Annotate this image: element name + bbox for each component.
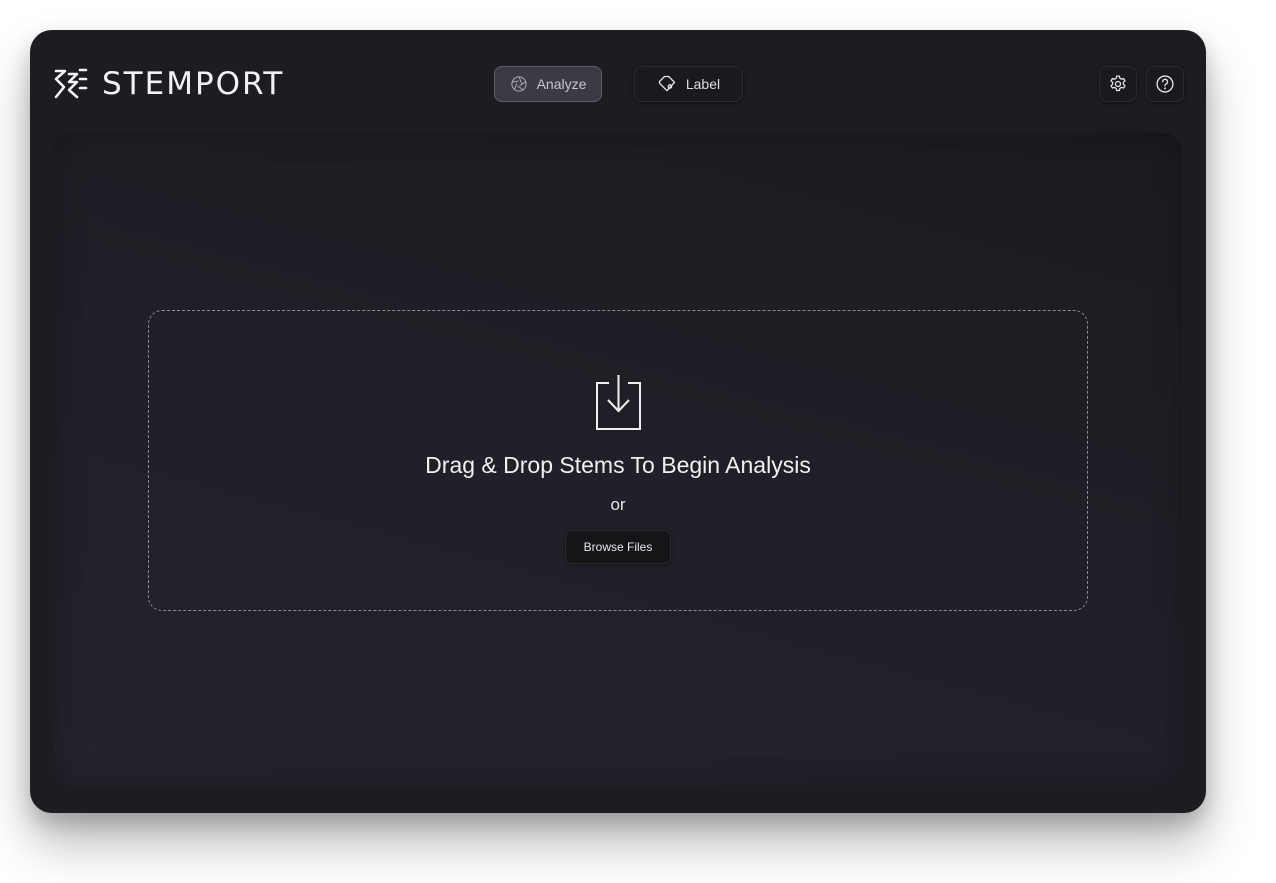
- dropzone-separator: or: [610, 495, 626, 514]
- help-icon: [1156, 75, 1174, 93]
- tab-label[interactable]: Label: [634, 66, 743, 102]
- app-name: STEMPORT: [102, 66, 285, 102]
- tab-analyze-label: Analyze: [536, 76, 587, 92]
- settings-button[interactable]: [1099, 66, 1137, 102]
- dropzone-title: Drag & Drop Stems To Begin Analysis: [425, 452, 811, 478]
- download-tray-icon: [596, 375, 641, 430]
- header: STEMPORT Analyze Label: [30, 30, 1206, 130]
- gear-icon: [1110, 75, 1126, 92]
- dropzone[interactable]: Drag & Drop Stems To Begin Analysis or B…: [148, 310, 1088, 611]
- main-panel: Drag & Drop Stems To Begin Analysis or B…: [54, 133, 1182, 787]
- browse-files-button[interactable]: Browse Files: [565, 530, 671, 564]
- stemport-logo-icon: [54, 68, 88, 99]
- aperture-icon: [510, 76, 527, 92]
- help-button[interactable]: [1146, 66, 1184, 102]
- app-window: STEMPORT Analyze Label Drag & Drop Stems…: [30, 30, 1206, 813]
- logo: STEMPORT: [52, 66, 284, 102]
- tag-icon: [658, 75, 676, 92]
- tab-analyze[interactable]: Analyze: [494, 66, 602, 102]
- tab-label-label: Label: [685, 76, 721, 92]
